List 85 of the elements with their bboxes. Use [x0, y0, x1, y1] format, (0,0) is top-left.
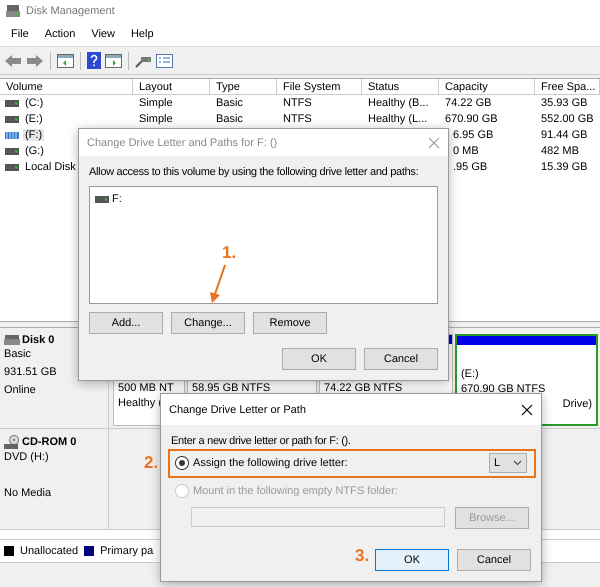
step-number: 1. [222, 243, 236, 263]
column-header[interactable]: Volume [0, 79, 133, 95]
dialog-button[interactable]: OK [282, 348, 356, 370]
chevron-down-icon [513, 460, 522, 466]
menu-item[interactable]: File [4, 26, 36, 42]
table-cell-text: 482 MB [540, 144, 580, 159]
console-tree-icon[interactable] [57, 54, 74, 68]
column-header[interactable]: Capacity [439, 79, 535, 95]
drive-label[interactable]: (F:) [23, 129, 44, 141]
table-cell-text: Simple [138, 96, 174, 111]
step-number: 3. [355, 546, 370, 566]
table-cell-text: 6.95 GB [452, 128, 494, 143]
drive-letter-select[interactable]: L [489, 453, 527, 473]
partition-size: 670.90 GB NTFS [461, 382, 546, 397]
table-cell-text: 670.90 GB [444, 112, 499, 127]
forward-icon[interactable] [26, 54, 44, 68]
disk-management-icon [6, 4, 20, 18]
table-cell-text: Simple [138, 112, 174, 127]
dialog-prompt: Enter a new drive letter or path for F: (). [171, 435, 352, 447]
drive-icon [5, 164, 19, 170]
drive-label[interactable]: (G:) [23, 145, 46, 157]
table-cell-text: 35.93 GB [540, 96, 588, 111]
table-cell-text: .95 GB [452, 160, 488, 175]
radio-button[interactable] [175, 456, 189, 470]
action-pane-icon[interactable] [105, 54, 122, 68]
disk-status: No Media [4, 487, 52, 501]
dialog-button[interactable]: Add... [89, 312, 163, 334]
disk-size: 931.51 GB [4, 366, 58, 380]
option-label[interactable]: Assign the following drive letter: [193, 457, 485, 469]
table-cell-text: NTFS [282, 96, 313, 111]
legend-label: Primary pa [100, 545, 154, 557]
dialog-button[interactable]: OK [375, 549, 449, 571]
properties-icon[interactable] [156, 54, 173, 68]
table-cell-text: Basic [215, 96, 244, 111]
drive-icon [5, 100, 19, 106]
close-icon[interactable] [521, 404, 533, 416]
disk-name: Disk 0 [22, 334, 54, 346]
disk-name: CD-ROM 0 [22, 436, 76, 448]
column-header[interactable]: Layout [133, 79, 210, 95]
dialog-button[interactable]: Cancel [457, 549, 531, 571]
partition-size: 500 MB NT [118, 381, 175, 396]
column-header[interactable]: Status [362, 79, 439, 95]
disk-icon [4, 335, 20, 345]
back-icon[interactable] [4, 54, 22, 68]
drive-label[interactable]: (E:) [23, 113, 45, 125]
disk-status: Online [4, 384, 37, 398]
table-cell-text: Healthy (B... [367, 96, 430, 111]
drive-icon [95, 196, 109, 202]
partition-status: Drive) [562, 397, 592, 412]
dialog-title: Change Drive Letter or Path [169, 404, 306, 416]
dialog-title: Change Drive Letter and Paths for F: () [87, 136, 278, 148]
disk-type: Basic [4, 348, 32, 362]
dialog-prompt: Allow access to this volume by using the following drive letter and paths: [89, 166, 420, 178]
drive-icon [5, 148, 19, 154]
cd-drive-icon [4, 435, 20, 449]
table-cell-text: 74.22 GB [444, 96, 492, 111]
table-cell-text: Basic [215, 112, 244, 127]
help-icon[interactable] [87, 52, 101, 69]
table-cell-text: 552.00 GB [540, 112, 595, 127]
legend-label: Unallocated [20, 545, 78, 557]
table-cell-text: 0 MB [452, 144, 480, 159]
path-entry[interactable]: F: [112, 193, 122, 205]
window-title: Disk Management [26, 5, 115, 17]
dialog-button[interactable]: Remove [253, 312, 327, 334]
table-cell-text: 91.44 GB [540, 128, 588, 143]
drive-label[interactable]: (C:) [23, 97, 46, 109]
partition-size: 58.95 GB NTFS [192, 381, 272, 396]
disk-type: DVD (H:) [4, 451, 50, 465]
partition-name: (E:) [461, 367, 480, 382]
dialog-button[interactable]: Change... [171, 312, 245, 334]
drive-label[interactable]: Local Disk [23, 161, 78, 173]
table-cell-text: NTFS [282, 112, 313, 127]
column-header[interactable]: File System [277, 79, 362, 95]
partition-size: 74.22 GB NTFS [324, 381, 404, 396]
menu-item[interactable]: Help [124, 26, 161, 42]
column-header[interactable]: Free Spa... [535, 79, 600, 95]
step-number: 2. [144, 453, 158, 473]
menu-item[interactable]: View [84, 26, 122, 42]
column-header[interactable]: Type [210, 79, 277, 95]
table-cell-text: Healthy (L... [367, 112, 428, 127]
table-cell-text: 15.39 GB [540, 160, 588, 175]
menu-item[interactable]: Action [38, 26, 82, 42]
drive-icon [5, 132, 19, 138]
dialog-button[interactable]: Cancel [364, 348, 438, 370]
drive-icon [5, 116, 19, 122]
